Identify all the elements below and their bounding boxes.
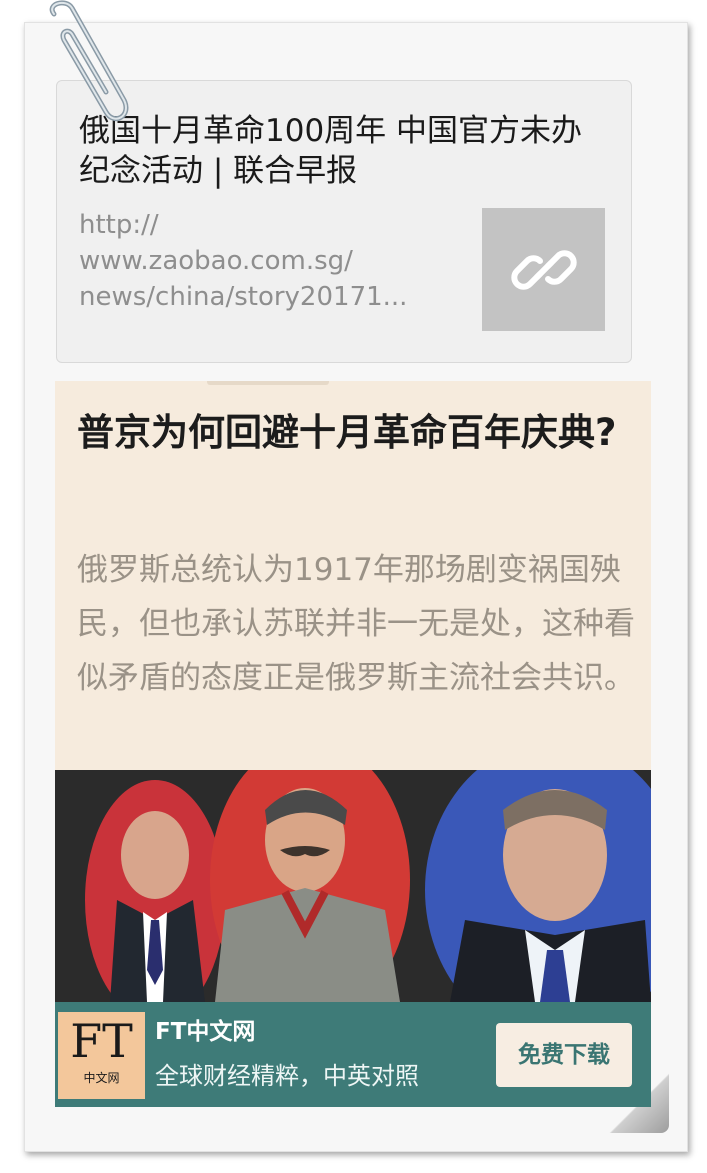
article-card[interactable]: 普京为何回避十月革命百年庆典? 俄罗斯总统认为1917年那场剧变祸国殃民，但也承… — [55, 381, 651, 770]
link-icon — [510, 249, 577, 290]
ad-subtitle: 全球财经精粹，中英对照 — [155, 1062, 419, 1090]
divider — [207, 381, 329, 385]
ad-banner[interactable]: FT 中文网 FT中文网 全球财经精粹，中英对照 免费下载 — [55, 1002, 651, 1107]
article-title: 普京为何回避十月革命百年庆典? — [77, 411, 617, 454]
link-preview-card[interactable]: 俄国十月革命100周年 中国官方未办纪念活动 | 联合早报 http:// ww… — [56, 80, 632, 363]
article-description: 俄罗斯总统认为1917年那场剧变祸国殃民，但也承认苏联并非一无是处，这种看似矛盾… — [77, 552, 635, 696]
ft-logo: FT 中文网 — [58, 1012, 145, 1099]
link-thumbnail — [482, 208, 605, 331]
download-button[interactable]: 免费下载 — [496, 1023, 632, 1087]
ad-title: FT中文网 — [155, 1019, 256, 1045]
ft-logo-subtext: 中文网 — [83, 1071, 120, 1085]
ft-logo-text: FT — [70, 1014, 133, 1068]
article-image — [55, 770, 651, 1002]
link-url: http:// www.zaobao.com.sg/ news/china/st… — [79, 210, 408, 312]
paperclip-icon — [49, 0, 129, 122]
link-title: 俄国十月革命100周年 中国官方未办纪念活动 | 联合早报 — [79, 113, 583, 189]
